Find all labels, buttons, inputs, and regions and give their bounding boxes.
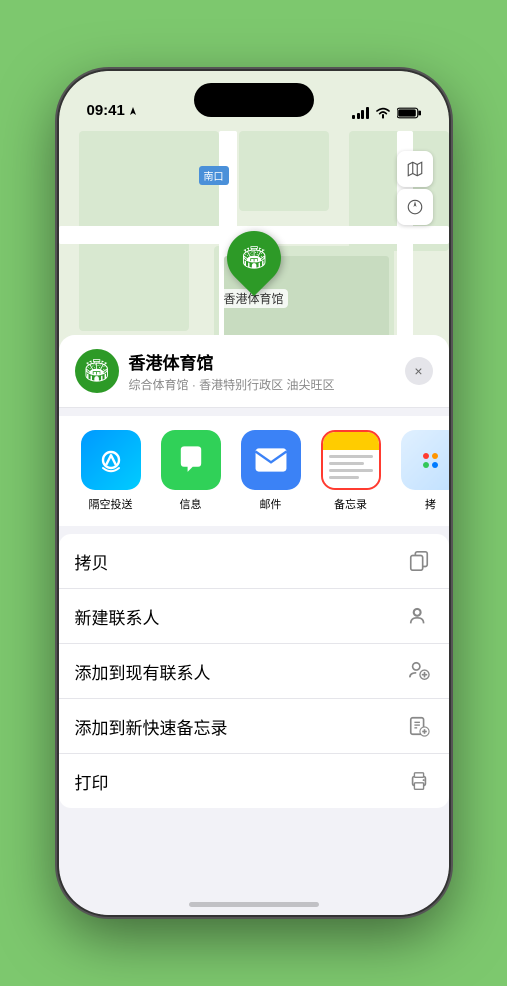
notes-label: 备忘录 (334, 496, 367, 512)
phone-screen: 09:41 (59, 71, 449, 915)
marker-pin: 🏟 (215, 220, 291, 296)
action-existing-contact-label: 添加到现有联系人 (75, 659, 211, 684)
notes-icon[interactable] (321, 430, 381, 490)
map-type-button[interactable] (397, 151, 433, 187)
airdrop-symbol (95, 444, 127, 476)
status-time: 09:41 (87, 102, 138, 119)
clock: 09:41 (87, 102, 125, 119)
mail-symbol (254, 446, 288, 474)
share-airdrop[interactable]: 隔空投送 (71, 430, 151, 512)
location-button[interactable] (397, 189, 433, 225)
stadium-icon: 🏟 (240, 245, 268, 271)
phone-frame: 09:41 (59, 71, 449, 915)
location-marker: 🏟 香港体育馆 (219, 231, 287, 308)
person-add-svg (408, 605, 430, 627)
more-label: 拷 (425, 496, 436, 512)
action-existing-contact[interactable]: 添加到现有联系人 (59, 644, 449, 699)
messages-symbol (174, 443, 208, 477)
status-icons (352, 107, 421, 119)
more-dots (423, 453, 438, 468)
bottom-sheet: 🏟 香港体育馆 综合体育馆 · 香港特别行政区 油尖旺区 × (59, 335, 449, 915)
close-icon: × (414, 363, 422, 379)
copy-icon (405, 547, 433, 575)
place-info: 香港体育馆 综合体育馆 · 香港特别行政区 油尖旺区 (129, 349, 395, 393)
person-plus-icon (405, 657, 433, 685)
share-notes[interactable]: 备忘录 (311, 430, 391, 512)
place-subtitle: 综合体育馆 · 香港特别行政区 油尖旺区 (129, 376, 395, 393)
airdrop-label: 隔空投送 (89, 496, 133, 512)
battery-icon (397, 107, 421, 119)
share-messages[interactable]: 信息 (151, 430, 231, 512)
signal-bars-icon (352, 107, 369, 119)
share-more[interactable]: 拷 (391, 430, 449, 512)
mail-label: 邮件 (260, 496, 282, 512)
share-mail[interactable]: 邮件 (231, 430, 311, 512)
map-block (239, 131, 329, 211)
wifi-icon (375, 107, 391, 119)
copy-svg (408, 550, 430, 572)
print-icon (405, 767, 433, 795)
close-button[interactable]: × (405, 357, 433, 385)
action-copy[interactable]: 拷贝 (59, 534, 449, 589)
note-add-icon (405, 712, 433, 740)
home-indicator (189, 902, 319, 907)
place-name: 香港体育馆 (129, 349, 395, 374)
place-icon-emoji: 🏟 (83, 358, 111, 384)
compass-icon (406, 198, 424, 216)
action-quick-note[interactable]: 添加到新快速备忘录 (59, 699, 449, 754)
map-block (79, 241, 189, 331)
action-print[interactable]: 打印 (59, 754, 449, 808)
map-icon (406, 160, 424, 178)
action-copy-label: 拷贝 (75, 549, 109, 574)
action-new-contact-label: 新建联系人 (75, 604, 160, 629)
person-add-icon (405, 602, 433, 630)
share-row: 隔空投送 信息 (59, 416, 449, 526)
map-block (79, 131, 219, 231)
action-new-contact[interactable]: 新建联系人 (59, 589, 449, 644)
dynamic-island (194, 83, 314, 117)
action-quick-note-label: 添加到新快速备忘录 (75, 714, 228, 739)
map-south-exit-label: 南口 (199, 166, 229, 185)
place-icon: 🏟 (75, 349, 119, 393)
location-arrow-icon (128, 105, 138, 117)
mail-icon[interactable] (241, 430, 301, 490)
map-controls[interactable] (397, 151, 433, 227)
more-icon[interactable] (401, 430, 449, 490)
person-plus-svg (408, 660, 430, 682)
messages-icon[interactable] (161, 430, 221, 490)
note-add-svg (408, 715, 430, 737)
messages-label: 信息 (180, 496, 202, 512)
action-print-label: 打印 (75, 769, 109, 794)
action-list: 拷贝 新建联系人 (59, 534, 449, 808)
print-svg (408, 770, 430, 792)
place-card: 🏟 香港体育馆 综合体育馆 · 香港特别行政区 油尖旺区 × (59, 335, 449, 408)
map-label-text: 南口 (204, 172, 224, 183)
airdrop-icon[interactable] (81, 430, 141, 490)
